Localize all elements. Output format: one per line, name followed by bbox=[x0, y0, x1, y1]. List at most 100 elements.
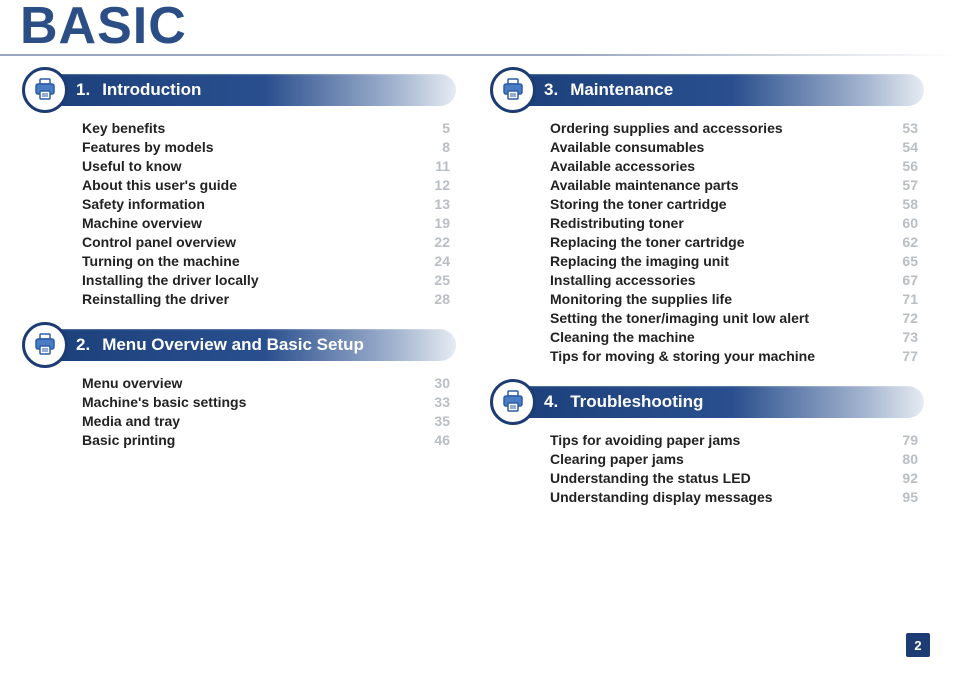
toc-page: 46 bbox=[422, 432, 450, 448]
toc-item[interactable]: Tips for avoiding paper jams79 bbox=[550, 432, 918, 448]
toc-label: Ordering supplies and accessories bbox=[550, 120, 890, 136]
toc-page: 72 bbox=[890, 310, 918, 326]
toc-item[interactable]: Replacing the imaging unit65 bbox=[550, 253, 918, 269]
toc-page: 33 bbox=[422, 394, 450, 410]
page-title: BASIC bbox=[20, 0, 924, 52]
toc-label: Tips for avoiding paper jams bbox=[550, 432, 890, 448]
toc-page: 28 bbox=[422, 291, 450, 307]
toc-page: 11 bbox=[422, 158, 450, 174]
toc-page: 67 bbox=[890, 272, 918, 288]
toc-page: 60 bbox=[890, 215, 918, 231]
right-column: 3. Maintenance Ordering supplies and acc… bbox=[498, 74, 924, 527]
toc-list: Tips for avoiding paper jams79 Clearing … bbox=[498, 432, 924, 505]
toc-page: 95 bbox=[890, 489, 918, 505]
printer-icon bbox=[490, 379, 536, 425]
toc-label: Machine overview bbox=[82, 215, 422, 231]
toc-label: Available accessories bbox=[550, 158, 890, 174]
toc-page: 30 bbox=[422, 375, 450, 391]
toc-page: 71 bbox=[890, 291, 918, 307]
toc-item[interactable]: Ordering supplies and accessories53 bbox=[550, 120, 918, 136]
toc-item[interactable]: Machine's basic settings33 bbox=[82, 394, 450, 410]
toc-page: 77 bbox=[890, 348, 918, 364]
section-introduction: 1. Introduction Key benefits5 Features b… bbox=[30, 74, 456, 307]
toc-item[interactable]: Storing the toner cartridge58 bbox=[550, 196, 918, 212]
section-header: 3. Maintenance bbox=[498, 74, 924, 106]
toc-page: 92 bbox=[890, 470, 918, 486]
section-menu-overview: 2. Menu Overview and Basic Setup Menu ov… bbox=[30, 329, 456, 448]
toc-label: Basic printing bbox=[82, 432, 422, 448]
toc-item[interactable]: Machine overview19 bbox=[82, 215, 450, 231]
toc-label: Reinstalling the driver bbox=[82, 291, 422, 307]
section-header: 2. Menu Overview and Basic Setup bbox=[30, 329, 456, 361]
toc-item[interactable]: Media and tray35 bbox=[82, 413, 450, 429]
section-troubleshooting: 4. Troubleshooting Tips for avoiding pap… bbox=[498, 386, 924, 505]
toc-item[interactable]: Control panel overview22 bbox=[82, 234, 450, 250]
toc-label: Safety information bbox=[82, 196, 422, 212]
toc-page: 22 bbox=[422, 234, 450, 250]
toc-item[interactable]: Useful to know11 bbox=[82, 158, 450, 174]
toc-page: 12 bbox=[422, 177, 450, 193]
toc-list: Ordering supplies and accessories53 Avai… bbox=[498, 120, 924, 364]
section-header: 1. Introduction bbox=[30, 74, 456, 106]
section-number: 1. bbox=[76, 80, 90, 100]
toc-item[interactable]: Clearing paper jams80 bbox=[550, 451, 918, 467]
section-title-bar: 2. Menu Overview and Basic Setup bbox=[30, 329, 456, 361]
toc-label: Redistributing toner bbox=[550, 215, 890, 231]
toc-label: Installing accessories bbox=[550, 272, 890, 288]
toc-item[interactable]: Features by models8 bbox=[82, 139, 450, 155]
toc-label: Turning on the machine bbox=[82, 253, 422, 269]
toc-item[interactable]: Reinstalling the driver28 bbox=[82, 291, 450, 307]
left-column: 1. Introduction Key benefits5 Features b… bbox=[30, 74, 456, 527]
section-title: Menu Overview and Basic Setup bbox=[102, 335, 364, 355]
toc-item[interactable]: Setting the toner/imaging unit low alert… bbox=[550, 310, 918, 326]
toc-page: 5 bbox=[422, 120, 450, 136]
toc-page: 56 bbox=[890, 158, 918, 174]
toc-item[interactable]: Installing accessories67 bbox=[550, 272, 918, 288]
section-title: Troubleshooting bbox=[570, 392, 703, 412]
toc-page: 62 bbox=[890, 234, 918, 250]
toc-item[interactable]: Available maintenance parts57 bbox=[550, 177, 918, 193]
toc-item[interactable]: Safety information13 bbox=[82, 196, 450, 212]
toc-label: Storing the toner cartridge bbox=[550, 196, 890, 212]
toc-label: Machine's basic settings bbox=[82, 394, 422, 410]
toc-page: 19 bbox=[422, 215, 450, 231]
toc-item[interactable]: Available consumables54 bbox=[550, 139, 918, 155]
toc-list: Key benefits5 Features by models8 Useful… bbox=[30, 120, 456, 307]
toc-label: Setting the toner/imaging unit low alert bbox=[550, 310, 890, 326]
section-number: 2. bbox=[76, 335, 90, 355]
toc-item[interactable]: Available accessories56 bbox=[550, 158, 918, 174]
toc-label: Available consumables bbox=[550, 139, 890, 155]
toc-label: About this user's guide bbox=[82, 177, 422, 193]
toc-label: Replacing the imaging unit bbox=[550, 253, 890, 269]
toc-item[interactable]: Redistributing toner60 bbox=[550, 215, 918, 231]
toc-label: Key benefits bbox=[82, 120, 422, 136]
toc-page: 25 bbox=[422, 272, 450, 288]
printer-icon bbox=[22, 67, 68, 113]
toc-label: Cleaning the machine bbox=[550, 329, 890, 345]
section-title-bar: 3. Maintenance bbox=[498, 74, 924, 106]
toc-item[interactable]: Replacing the toner cartridge62 bbox=[550, 234, 918, 250]
toc-item[interactable]: Key benefits5 bbox=[82, 120, 450, 136]
toc-item[interactable]: Tips for moving & storing your machine77 bbox=[550, 348, 918, 364]
toc-item[interactable]: Understanding the status LED92 bbox=[550, 470, 918, 486]
toc-label: Understanding the status LED bbox=[550, 470, 890, 486]
toc-page: 8 bbox=[422, 139, 450, 155]
toc-item[interactable]: Monitoring the supplies life71 bbox=[550, 291, 918, 307]
toc-item[interactable]: Basic printing46 bbox=[82, 432, 450, 448]
toc-page: 35 bbox=[422, 413, 450, 429]
toc-item[interactable]: About this user's guide12 bbox=[82, 177, 450, 193]
toc-item[interactable]: Cleaning the machine73 bbox=[550, 329, 918, 345]
toc-item[interactable]: Turning on the machine24 bbox=[82, 253, 450, 269]
section-maintenance: 3. Maintenance Ordering supplies and acc… bbox=[498, 74, 924, 364]
toc-label: Features by models bbox=[82, 139, 422, 155]
toc-item[interactable]: Installing the driver locally25 bbox=[82, 272, 450, 288]
toc-item[interactable]: Menu overview30 bbox=[82, 375, 450, 391]
toc-label: Installing the driver locally bbox=[82, 272, 422, 288]
section-title: Maintenance bbox=[570, 80, 673, 100]
toc-page: 54 bbox=[890, 139, 918, 155]
toc-item[interactable]: Understanding display messages95 bbox=[550, 489, 918, 505]
section-title: Introduction bbox=[102, 80, 201, 100]
printer-icon bbox=[22, 322, 68, 368]
page: BASIC 1. bbox=[0, 0, 954, 675]
section-title-bar: 4. Troubleshooting bbox=[498, 386, 924, 418]
